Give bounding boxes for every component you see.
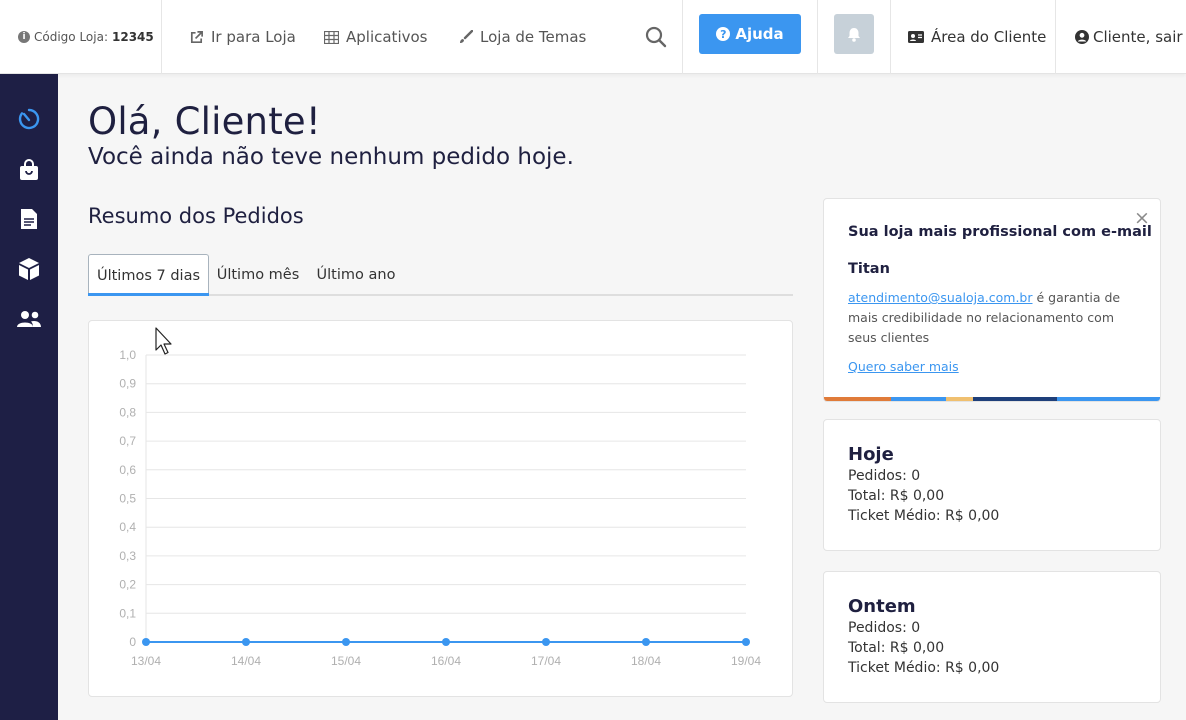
stats-today-orders: Pedidos: 0 <box>848 468 921 484</box>
external-link-icon <box>190 30 203 43</box>
active-tab-indicator <box>88 293 209 296</box>
y-tick-label: 0,6 <box>119 463 136 477</box>
help-button[interactable]: ? Ajuda <box>699 14 801 54</box>
tab-last-month[interactable]: Último mês <box>212 254 304 296</box>
x-tick-label: 14/04 <box>231 654 261 668</box>
orders-chart: 0 0,1 0,2 0,3 0,4 0,5 0,6 0,7 0,8 0,9 1,0 13/04 14/0… <box>88 320 793 697</box>
tab-last-7-days-label: Últimos 7 dias <box>96 267 201 284</box>
y-tick-label: 0,8 <box>119 405 136 419</box>
question-icon: ? <box>716 27 731 41</box>
x-tick-label: 19/04 <box>731 654 761 668</box>
promo-brand: Titan <box>848 261 890 277</box>
stats-yesterday-total: Total: R$ 0,00 <box>848 640 945 656</box>
logout-label: Cliente, sair <box>1093 28 1183 46</box>
period-tabs: Últimos 7 dias Último mês Último ano <box>88 254 793 296</box>
sidebar-item-orders[interactable] <box>14 155 44 185</box>
notifications-button[interactable] <box>834 14 874 54</box>
x-tick-label: 16/04 <box>431 654 461 668</box>
learn-more-link[interactable]: Quero saber mais <box>848 359 959 374</box>
help-button-label: Ajuda <box>735 25 784 43</box>
bell-icon <box>848 27 860 42</box>
y-tick-label: 0,5 <box>119 492 136 506</box>
y-tick-label: 0,1 <box>119 606 136 620</box>
y-tick-label: 0,7 <box>119 434 136 448</box>
divider <box>890 0 891 74</box>
tab-last-year-label: Último ano <box>316 267 396 283</box>
promo-text: atendimento@sualoja.com.br é garantia de… <box>848 288 1138 348</box>
greeting-subtitle: Você ainda não teve nenhum pedido hoje. <box>88 144 574 170</box>
nav-theme-store[interactable]: Loja de Temas <box>459 0 586 74</box>
promo-email-link[interactable]: atendimento@sualoja.com.br <box>848 290 1033 305</box>
stats-today-ticket: Ticket Médio: R$ 0,00 <box>848 508 1000 524</box>
sidebar <box>0 74 58 720</box>
x-tick-label: 17/04 <box>531 654 561 668</box>
email-promo-card: × Sua loja mais profissional com e-mail … <box>823 198 1161 402</box>
greeting-title: Olá, Cliente! <box>88 100 321 143</box>
grid-icon <box>324 30 339 44</box>
divider <box>1055 0 1056 74</box>
data-point <box>342 638 350 646</box>
stats-today-title: Hoje <box>848 444 894 465</box>
y-tick-label: 0,2 <box>119 578 136 592</box>
data-point <box>642 638 650 646</box>
stats-yesterday-title: Ontem <box>848 596 916 617</box>
tab-last-7-days[interactable]: Últimos 7 dias <box>88 254 209 296</box>
sidebar-item-customers[interactable] <box>14 304 44 334</box>
search-icon <box>645 26 667 48</box>
x-tick-label: 15/04 <box>331 654 361 668</box>
shopping-bag-icon <box>20 159 38 180</box>
nav-apps-label: Aplicativos <box>346 28 428 46</box>
search-button[interactable] <box>645 0 667 74</box>
nav-go-to-store-label: Ir para Loja <box>211 28 296 46</box>
divider <box>161 0 162 74</box>
sidebar-item-products[interactable] <box>14 254 44 284</box>
stats-yesterday-orders: Pedidos: 0 <box>848 620 921 636</box>
info-icon: i <box>18 31 30 43</box>
top-bar: i Código Loja: 12345 Ir para Loja Aplica… <box>0 0 1186 74</box>
client-area-label: Área do Cliente <box>931 28 1047 46</box>
sidebar-item-dashboard[interactable] <box>14 104 44 134</box>
tab-last-year[interactable]: Último ano <box>310 254 402 296</box>
y-tick-label: 0,3 <box>119 549 136 563</box>
divider <box>817 0 818 74</box>
id-card-icon <box>908 31 924 43</box>
sidebar-item-reports[interactable] <box>14 204 44 234</box>
brand-stripe <box>824 397 1160 401</box>
x-tick-label: 13/04 <box>131 654 161 668</box>
data-point <box>742 638 750 646</box>
mouse-cursor-icon <box>155 327 172 355</box>
nav-theme-store-label: Loja de Temas <box>480 28 587 46</box>
store-code-value: 12345 <box>112 30 154 44</box>
y-tick-label: 1,0 <box>119 348 136 362</box>
store-code: i Código Loja: 12345 <box>18 0 154 74</box>
tab-last-month-label: Último mês <box>216 267 300 283</box>
users-icon <box>17 311 41 327</box>
stats-yesterday-ticket: Ticket Médio: R$ 0,00 <box>848 660 1000 676</box>
logout-link[interactable]: Cliente, sair <box>1075 0 1183 74</box>
nav-apps[interactable]: Aplicativos <box>324 0 427 74</box>
stats-yesterday-card: Ontem Pedidos: 0 Total: R$ 0,00 Ticket M… <box>823 571 1161 703</box>
data-point <box>142 638 150 646</box>
x-tick-label: 18/04 <box>631 654 661 668</box>
box-icon <box>19 258 39 280</box>
nav-go-to-store[interactable]: Ir para Loja <box>189 0 296 74</box>
divider <box>682 0 683 74</box>
y-tick-label: 0 <box>129 635 136 649</box>
y-tick-label: 0,4 <box>119 520 136 534</box>
stats-today-card: Hoje Pedidos: 0 Total: R$ 0,00 Ticket Mé… <box>823 419 1161 551</box>
promo-title: Sua loja mais profissional com e-mail <box>848 224 1152 240</box>
data-point <box>242 638 250 646</box>
stats-today-total: Total: R$ 0,00 <box>848 488 945 504</box>
orders-line-chart: 0 0,1 0,2 0,3 0,4 0,5 0,6 0,7 0,8 0,9 1,0 13/04 14/0… <box>119 348 761 668</box>
orders-summary-title: Resumo dos Pedidos <box>88 204 304 228</box>
client-area-link[interactable]: Área do Cliente <box>908 0 1046 74</box>
brush-icon <box>460 30 473 43</box>
timer-icon <box>18 108 40 130</box>
data-point <box>442 638 450 646</box>
user-circle-icon <box>1075 30 1089 44</box>
store-code-label: Código Loja: <box>34 30 108 44</box>
data-point <box>542 638 550 646</box>
y-tick-label: 0,9 <box>119 377 136 391</box>
document-icon <box>21 209 37 229</box>
